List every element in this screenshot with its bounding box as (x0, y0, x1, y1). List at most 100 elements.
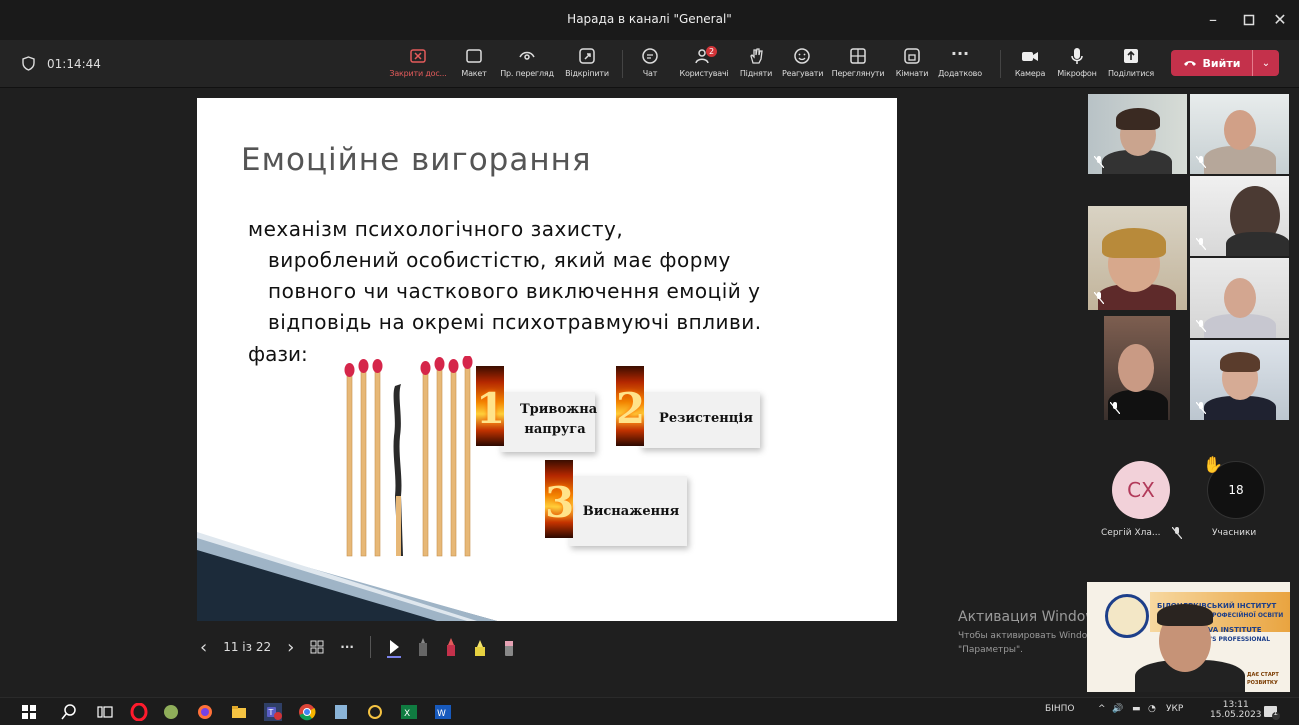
share-button[interactable]: Поділитися (1104, 44, 1158, 84)
excel-icon[interactable]: X (400, 703, 418, 721)
app-icon[interactable] (162, 703, 180, 721)
minimize-icon[interactable]: – (1201, 8, 1225, 32)
slide-swoosh-decoration (197, 532, 497, 621)
participant-tile-7[interactable] (1190, 340, 1289, 420)
toolbar-divider (1000, 50, 1001, 78)
teams-icon[interactable]: T (264, 703, 282, 721)
search-icon[interactable] (60, 703, 78, 721)
leave-button[interactable]: Вийти ⌄ (1171, 50, 1279, 76)
muted-mic-icon (1196, 320, 1206, 332)
language-indicator[interactable]: УКР (1166, 704, 1183, 714)
svg-text:X: X (404, 709, 410, 719)
file-explorer-icon[interactable] (230, 703, 248, 721)
opera-icon[interactable] (130, 703, 148, 721)
slides-grid-icon[interactable] (310, 640, 324, 654)
phase-card-1: Тривожна напруга (500, 392, 597, 452)
wifi-icon[interactable]: ◔ (1148, 704, 1156, 714)
people-badge: 2 (706, 46, 717, 57)
windows-taskbar: T X W БІНПО ^ 🔊 ▬ ◔ УКР 13:11 15.05.2023… (0, 697, 1299, 725)
slide-body: механізм психологічного захисту, виробле… (248, 217, 762, 334)
share-icon (1124, 49, 1138, 63)
rooms-icon (904, 48, 920, 64)
people-button[interactable]: 2 Користувачі (676, 44, 732, 84)
pen-red-icon[interactable] (445, 637, 457, 657)
rooms-button[interactable]: Кімнати (894, 44, 930, 84)
more-icon: ··· (950, 44, 970, 63)
participant-tile-1[interactable] (1088, 94, 1187, 174)
meeting-timer: 01:14:44 (22, 56, 101, 71)
task-view-icon[interactable] (96, 703, 114, 721)
firefox-icon[interactable] (196, 703, 214, 721)
layout-button[interactable]: Макет (456, 44, 492, 84)
institute-logo-icon (1105, 594, 1149, 638)
notes-icon[interactable] (332, 703, 350, 721)
raise-hand-icon (750, 48, 763, 64)
chrome-icon[interactable] (298, 703, 316, 721)
controls-divider (369, 636, 371, 658)
svg-text:W: W (437, 709, 446, 719)
meeting-toolbar: 01:14:44 Закрити дос... Макет Пр. перегл… (0, 40, 1299, 88)
raise-hand-button[interactable]: Підняти (738, 44, 774, 84)
next-slide-icon[interactable]: › (287, 637, 294, 658)
keyboard-layout-name[interactable]: БІНПО (1045, 704, 1074, 714)
muted-mic-icon (1094, 292, 1104, 304)
participant-tile-3[interactable] (1190, 176, 1289, 256)
tray-chevron-icon[interactable]: ^ (1098, 704, 1106, 714)
muted-mic-icon (1196, 238, 1206, 250)
popout-icon (579, 48, 595, 64)
prev-slide-icon[interactable]: ‹ (200, 637, 207, 658)
phase-card-2: Резистенція (640, 392, 760, 448)
windows-start-icon[interactable] (20, 703, 38, 721)
slide-more-icon[interactable]: ··· (340, 640, 354, 654)
muted-mic-icon (1172, 527, 1182, 539)
participant-tile-6[interactable] (1104, 316, 1170, 420)
leave-main[interactable]: Вийти (1171, 50, 1253, 76)
camera-icon (1022, 52, 1038, 61)
participants-label: Учасники (1212, 528, 1257, 538)
leave-options-chevron-icon[interactable]: ⌄ (1253, 58, 1279, 69)
paint-icon[interactable] (366, 703, 384, 721)
participant-tile-4[interactable] (1088, 206, 1187, 310)
battery-icon[interactable]: ▬ (1132, 704, 1141, 714)
more-button[interactable]: ··· Додатково (936, 44, 984, 84)
maximize-icon[interactable] (1237, 8, 1261, 32)
chat-icon (642, 48, 658, 64)
slide-counter: 11 із 22 (223, 640, 272, 654)
pen-gray-icon[interactable] (417, 637, 429, 657)
svg-text:T: T (268, 708, 274, 717)
layout-icon (466, 49, 482, 63)
highlighter-icon[interactable] (473, 637, 487, 657)
phase-number-1: 1 (476, 366, 505, 446)
grid-icon (850, 48, 866, 64)
title-bar: Нарада в каналі "General" – ✕ (0, 0, 1299, 40)
presenter-video-preview[interactable]: БІЛОЦЕРКІВСЬКИЙ ІНСТИТУТ НЕПЕРЕРВНОЇ ПРО… (1087, 582, 1290, 692)
phases-label: фази: (248, 342, 308, 366)
close-icon[interactable]: ✕ (1268, 8, 1292, 32)
muted-mic-icon (1094, 156, 1104, 168)
pointer-icon[interactable] (386, 636, 401, 658)
avatar[interactable]: СХ (1112, 461, 1170, 519)
muted-mic-icon (1196, 156, 1206, 168)
participant-tile-2[interactable] (1190, 94, 1289, 174)
word-icon[interactable]: W (434, 703, 452, 721)
muted-mic-icon (1110, 402, 1120, 414)
view-icon (519, 51, 535, 60)
camera-button[interactable]: Камера (1012, 44, 1048, 84)
volume-icon[interactable]: 🔊 (1112, 704, 1123, 714)
stop-share-button[interactable]: Закрити дос... (386, 44, 450, 84)
view-button[interactable]: Пр. перегляд (498, 44, 556, 84)
hangup-icon (1183, 61, 1196, 66)
react-button[interactable]: Реагувати (782, 44, 823, 84)
muted-mic-icon (1196, 402, 1206, 414)
mic-button[interactable]: Мікрофон (1056, 44, 1098, 84)
mic-icon (1071, 48, 1083, 64)
participant-tile-5[interactable] (1190, 258, 1289, 338)
chat-button[interactable]: Чат (636, 44, 664, 84)
window-title: Нарада в каналі "General" (567, 12, 732, 26)
shield-icon (22, 56, 35, 71)
view-grid-button[interactable]: Переглянути (830, 44, 886, 84)
eraser-icon[interactable] (503, 637, 515, 657)
clock[interactable]: 13:11 15.05.2023 (1210, 700, 1262, 720)
popout-button[interactable]: Відкріпити (562, 44, 612, 84)
slide-controls: ‹ 11 із 22 › ··· (200, 628, 515, 666)
